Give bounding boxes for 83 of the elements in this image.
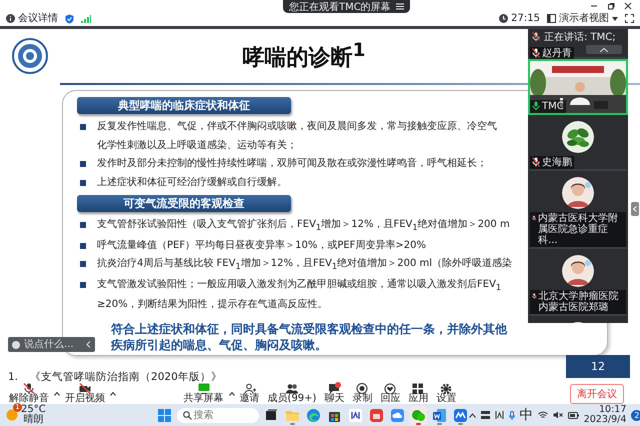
volume-muted-icon[interactable] xyxy=(552,411,563,419)
chevron-left-icon xyxy=(633,206,637,212)
clock-icon xyxy=(499,14,508,23)
bullet-icon xyxy=(80,242,86,249)
conclusion-text: 符合上述症状和体征，同时具备气流受限客观检查中的任一条，并除外其他疾病所引起的喘息、气促、胸闷及咳嗽。 xyxy=(111,320,508,353)
page-number: 12 xyxy=(566,355,630,378)
bullet-text: 反复发作性喘息、气促，伴或不伴胸闷或咳嗽，夜间及晨间多发，常与接触变应原、冷空气 xyxy=(97,120,497,134)
invite-button[interactable]: 邀请 xyxy=(236,383,263,404)
fullscreen-icon[interactable] xyxy=(625,14,634,23)
caret-up-icon xyxy=(600,48,608,52)
unmute-button[interactable]: 解除静音 xyxy=(6,383,52,404)
tray-bracket-icon[interactable] xyxy=(494,411,504,419)
apps-button[interactable]: 应用 xyxy=(405,383,432,404)
weather-condition: 晴朗 xyxy=(22,415,44,425)
participant-name: TMC xyxy=(542,101,564,112)
signal-icon xyxy=(81,14,91,22)
start-video-button[interactable]: 开启视频 xyxy=(62,383,108,404)
meeting-timer: 27:15 xyxy=(511,14,540,24)
bullet-text: 呼气流量峰值（PEF）平均每日昼夜变异率＞10%，或PEF周变异率>20% xyxy=(97,238,426,253)
members-button[interactable]: 成员(99+) xyxy=(264,383,320,404)
share-screen-button[interactable]: 共享屏幕 xyxy=(180,383,227,404)
bullet-text: 发作时及部分未控制的慢性持续性哮喘，双肺可闻及散在或弥漫性哮鸣音，呼气相延长； xyxy=(97,156,487,172)
restore-icon[interactable] xyxy=(607,2,615,10)
bullet-text: 化学性刺激以及上呼吸道感染、运动等有关； xyxy=(97,138,298,153)
chat-input-field[interactable]: 说点什么... xyxy=(24,339,82,350)
reference-text: 《支气管哮喘防治指南（2020年版）》 xyxy=(30,371,222,383)
tray-app-icon[interactable] xyxy=(480,411,490,419)
bullet-text: 上述症状和体征可经治疗缓解或自行缓解。 xyxy=(97,176,287,190)
caret-up-icon[interactable] xyxy=(228,392,235,396)
participant-name: 北京大学肿瘤医院内蒙古医院郑璐 xyxy=(538,291,620,313)
bullet-text: 支气管激发试验阳性；一般应用吸入激发剂为乙酰甲胆碱或组胺，通常以吸入激发剂后FEV$_{1}$ xyxy=(97,278,502,294)
search-field[interactable]: 搜索 xyxy=(176,408,259,422)
section-heading: 可变气流受限的客观检查 xyxy=(77,195,291,212)
settings-button[interactable]: 设置 xyxy=(433,383,460,404)
chevron-left-icon[interactable] xyxy=(86,341,91,348)
caret-up-icon[interactable] xyxy=(110,392,116,396)
bullet-icon xyxy=(80,161,86,168)
bullet-icon xyxy=(80,261,86,268)
sun-icon xyxy=(6,409,18,421)
reference-number: 1. xyxy=(8,371,18,383)
speaking-indicator: 正在讲话: TMC; xyxy=(544,30,616,44)
collapse-button[interactable] xyxy=(586,45,622,54)
view-mode-button[interactable]: 演示者视图 xyxy=(547,14,618,24)
screen-share-button[interactable]: 您正在观看TMC的屏幕 xyxy=(283,0,410,13)
reaction-button[interactable]: 回应 xyxy=(377,383,404,404)
date-text: 2023/9/4 xyxy=(584,415,626,425)
bullet-icon xyxy=(80,222,86,228)
clock-button[interactable]: 10:17 2023/9/4 xyxy=(584,405,626,425)
bullet-text: 抗炎治疗4周后与基线比较 FEV$_{1}$增加＞12%，且FEV$_{1}$绝对值增加＞200 ml（除外呼吸道感染 xyxy=(97,256,512,274)
chat-app-icon[interactable] xyxy=(410,406,427,424)
caret-icon xyxy=(612,16,618,20)
bullet-icon xyxy=(80,124,86,130)
record-button[interactable]: 录制 xyxy=(349,383,376,404)
temperature-text: 25°C xyxy=(21,405,46,415)
bullet-icon xyxy=(80,180,86,186)
chat-button[interactable]: 聊天 xyxy=(321,383,348,404)
close-icon[interactable] xyxy=(624,2,632,10)
emblem-icon xyxy=(12,38,48,74)
section-heading: 典型哮喘的临床症状和体征 xyxy=(77,97,291,114)
battery-icon[interactable] xyxy=(568,412,579,418)
wifi-icon[interactable] xyxy=(538,411,548,419)
notification-badge: 2 xyxy=(631,410,640,420)
layout-icon xyxy=(547,14,556,23)
time-text: 10:17 xyxy=(599,405,626,415)
participant-name: 内蒙古医科大学附属医院急诊重症科... xyxy=(538,213,620,246)
menu-icon xyxy=(396,3,404,10)
chevron-up-icon[interactable] xyxy=(468,412,476,418)
caret-up-icon[interactable] xyxy=(54,392,60,396)
participant-name: 史海鹏 xyxy=(542,157,572,168)
mic-muted-icon xyxy=(532,32,540,41)
bullet-text: 支气管舒张试验阳性（吸入支气管扩张剂后，FEV$_{1}$增加＞12%，且FEV$_{1}$绝对值增加＞200 m xyxy=(97,218,510,234)
shield-icon xyxy=(65,14,74,24)
participant-name: 赵丹青 xyxy=(542,48,572,59)
bullet-icon xyxy=(80,282,86,288)
chat-bar[interactable]: 说点什么... xyxy=(8,337,95,352)
slide-title: 哮喘的诊断$^{1}$ xyxy=(242,40,366,72)
info-icon xyxy=(6,14,15,23)
chat-icon xyxy=(12,340,20,348)
microphone-icon[interactable] xyxy=(508,410,515,420)
input-method-button[interactable]: 中 xyxy=(520,406,533,424)
bullet-text: ≥20%，判断结果为阳性，提示存在气道高反应性。 xyxy=(97,298,329,312)
meeting-info-button[interactable]: 会议详情 xyxy=(6,14,58,24)
panel-toggle-button[interactable] xyxy=(631,202,639,216)
